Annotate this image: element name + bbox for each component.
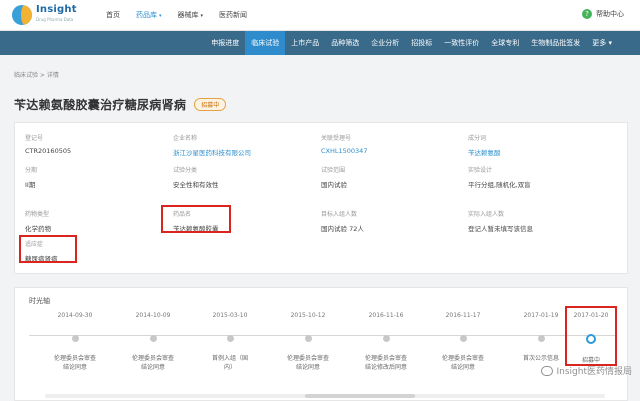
timeline-dot-icon (149, 335, 157, 342)
field-enrollment: 目标入组人数 国内试验 72人 (321, 211, 364, 233)
timeline-node[interactable]: 2014-10-09 伦理委员会审查 结论同意 (118, 312, 188, 372)
chevron-down-icon: ▾ (159, 13, 162, 19)
help-center-link[interactable]: ? 帮助中心 (582, 9, 624, 19)
field-reg-no: 登记号 CTR20160505 (25, 135, 72, 155)
title-row: 苄达赖氨酸胶囊治疗糖尿病肾病 招募中 (14, 96, 227, 113)
sponsor-link[interactable]: 浙江沙星医药科技有限公司 (173, 147, 303, 157)
timeline-node[interactable]: 2015-03-10 首例入组（国 内） (195, 312, 265, 372)
topnav-device-db[interactable]: 器械库 ▾ (170, 0, 212, 31)
nav-item-more[interactable]: 更多 ▾ (586, 31, 618, 55)
logo-title: Insight (36, 4, 77, 15)
nav-item-progress[interactable]: 申报进度 (205, 31, 245, 55)
timeline-node[interactable]: 2015-10-12 伦理委员会审查 结论同意 (273, 312, 343, 372)
field-actual-enrollment: 实际入组人数 登记人暂未填写该信息 (468, 211, 533, 233)
highlight-box-current-node (565, 306, 617, 366)
timeline-dot-icon (304, 335, 312, 342)
nav-item-consistency[interactable]: 一致性评价 (438, 31, 485, 55)
timeline-title: 时光轴 (29, 297, 50, 305)
top-nav: 首页 药品库 ▾ 器械库 ▾ 医药新闻 (98, 0, 255, 31)
accept-no-link[interactable]: CXHL1500347 (321, 147, 451, 155)
field-drug-type: 药物类型 化学药物 (25, 211, 51, 233)
timeline-dot-icon (537, 335, 545, 342)
scroll-thumb[interactable] (305, 394, 415, 398)
timeline-panel: 时光轴 2014-09-30 伦理委员会审查 结论同意 2014-10-09 伦理… (14, 287, 628, 401)
timeline-node[interactable]: 2016-11-16 伦理委员会审查 结论修改后同意 (351, 312, 421, 372)
timeline-dot-icon (71, 335, 79, 342)
page-title: 苄达赖氨酸胶囊治疗糖尿病肾病 (14, 98, 187, 112)
topnav-drug-db[interactable]: 药品库 ▾ (128, 0, 170, 31)
field-ingredient: 成分词 苄达赖氨酸 (468, 133, 598, 157)
logo-subtitle: Drug Pharma Data (36, 17, 74, 22)
field-design: 实验设计 平行分组,随机化,双盲 (468, 167, 531, 189)
nav-item-biologics[interactable]: 生物制品批签发 (525, 31, 586, 55)
trial-detail-card: 登记号 CTR20160505 企业名称 浙江沙星医药科技有限公司 关联受理号 … (14, 122, 628, 274)
timeline-node[interactable]: 2014-09-30 伦理委员会审查 结论同意 (40, 312, 110, 372)
highlight-box-drug-name (161, 205, 231, 233)
field-sponsor: 企业名称 浙江沙星医药科技有限公司 (173, 133, 303, 157)
top-bar: Insight Drug Pharma Data 首页 药品库 ▾ 器械库 ▾ 医药… (0, 0, 640, 31)
help-icon: ? (582, 9, 592, 19)
help-label: 帮助中心 (596, 10, 624, 18)
main-nav: 申报进度 临床试验 上市产品 品种筛选 企业分析 招投标 一致性评价 全球专利 … (0, 31, 640, 55)
logo-icon (12, 5, 32, 25)
topnav-home[interactable]: 首页 (98, 0, 128, 31)
field-phase: 分期 II期 (25, 167, 38, 189)
field-accept-no: 关联受理号 CXHL1500347 (321, 133, 451, 155)
nav-item-bidding[interactable]: 招投标 (405, 31, 438, 55)
ingredient-link[interactable]: 苄达赖氨酸 (468, 147, 598, 157)
nav-item-patents[interactable]: 全球专利 (485, 31, 525, 55)
timeline-dot-icon (459, 335, 467, 342)
wechat-icon (540, 365, 553, 376)
watermark: Insight医药情报局 (540, 364, 632, 377)
nav-item-marketed[interactable]: 上市产品 (285, 31, 325, 55)
timeline-scrollbar[interactable] (45, 394, 605, 398)
chevron-down-icon: ▾ (200, 13, 204, 19)
timeline-dot-icon (382, 335, 390, 342)
field-scope: 试验范围 国内试验 (321, 167, 347, 189)
field-purpose: 试验分类 安全性和有效性 (173, 167, 219, 189)
topnav-news[interactable]: 医药新闻 (211, 0, 255, 31)
status-badge: 招募中 (194, 98, 227, 111)
breadcrumb: 临床试验 > 详情 (14, 72, 59, 79)
nav-item-company-analysis[interactable]: 企业分析 (365, 31, 405, 55)
timeline-node[interactable]: 2016-11-17 伦理委员会审查 结论同意 (428, 312, 498, 372)
nav-item-screening[interactable]: 品种筛选 (325, 31, 365, 55)
timeline-dot-icon (226, 335, 234, 342)
highlight-box-indication (19, 235, 77, 263)
nav-item-clinical-trials[interactable]: 临床试验 (245, 31, 286, 55)
logo[interactable]: Insight Drug Pharma Data (12, 3, 78, 27)
